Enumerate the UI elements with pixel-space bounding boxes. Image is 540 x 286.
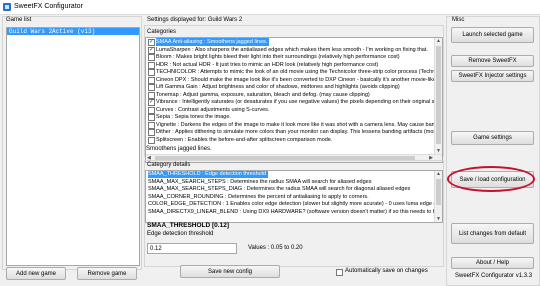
- launch-game-button[interactable]: Launch selected game: [451, 27, 534, 43]
- detail-item[interactable]: COLOR_EDGE_DETECTION : 1 Enables color e…: [146, 201, 442, 208]
- title-bar: SweetFX Configurator: [0, 0, 540, 15]
- detail-item[interactable]: SMAA_THRESHOLD : Edge detection threshol…: [146, 171, 442, 178]
- highlight-circle: [447, 166, 535, 192]
- details-vertical-scrollbar[interactable]: ▲ ▼: [434, 171, 442, 222]
- detail-item[interactable]: SMAA_CORNER_ROUNDING : Determines the pe…: [146, 194, 442, 201]
- detail-item-label: SMAA_CORNER_ROUNDING : Determines the pe…: [148, 193, 369, 200]
- add-game-button[interactable]: Add new game: [6, 267, 66, 280]
- game-name: Guild Wars 2: [9, 28, 53, 35]
- categories-listbox[interactable]: SMAA Anti-aliasing : Smoothens jagged li…: [145, 37, 443, 163]
- category-item-label: Splitscreen : Enables the before-and-aft…: [156, 136, 333, 143]
- detail-item-label: SMAA_THRESHOLD : Edge detection threshol…: [148, 171, 269, 178]
- game-list-label: Game list: [6, 17, 32, 23]
- parameter-name: SMAA_THRESHOLD [0.12]: [147, 222, 229, 229]
- categories-label: Categories: [147, 29, 177, 35]
- settings-displayed-for: Settings displayed for: Guild Wars 2: [147, 17, 243, 23]
- selected-category-description: Smoothens jagged lines.: [146, 146, 212, 152]
- version-label: SweetFX Configurator v1.3.3: [455, 273, 533, 279]
- details-listbox[interactable]: SMAA_THRESHOLD : Edge detection threshol…: [145, 170, 443, 223]
- scroll-up-icon[interactable]: ▲: [436, 171, 441, 177]
- injector-settings-button[interactable]: SweetFX Injector settings: [451, 70, 534, 82]
- detail-item-label: SMAA_MAX_SEARCH_STEPS : Determines the r…: [148, 178, 372, 185]
- detail-item[interactable]: SMAA_DIRECTX9_LINEAR_BLEND : Using DX9 H…: [146, 209, 442, 216]
- app-window: SweetFX Configurator Game list Guild War…: [0, 0, 540, 286]
- scroll-thumb[interactable]: [436, 46, 441, 144]
- remove-sweetfx-button[interactable]: Remove SweetFX: [451, 55, 534, 67]
- categories-vertical-scrollbar[interactable]: ▲ ▼: [434, 38, 442, 162]
- detail-item-label: SMAA_MAX_SEARCH_STEPS_DIAG : Determines …: [148, 186, 411, 192]
- detail-item[interactable]: SMAA_MAX_SEARCH_STEPS : Determines the r…: [146, 179, 442, 186]
- game-list-item[interactable]: Guild Wars 2 Active (v13): [7, 28, 139, 35]
- parameter-range: Values : 0.05 to 0.20: [248, 245, 303, 251]
- category-details-label: Category details: [147, 162, 191, 168]
- parameter-value-input[interactable]: 0.12: [147, 243, 237, 254]
- autosave-checkbox[interactable]: [336, 269, 343, 276]
- autosave-label: Automatically save on changes: [345, 268, 428, 274]
- category-item[interactable]: Splitscreen : Enables the before-and-aft…: [146, 136, 442, 144]
- detail-item-label: COLOR_EDGE_DETECTION : 1 Enables color e…: [148, 201, 443, 207]
- detail-item-label: SMAA_DIRECTX9_LINEAR_BLEND : Using DX9 H…: [148, 208, 443, 215]
- misc-label: Misc: [452, 17, 465, 23]
- game-listbox[interactable]: Guild Wars 2 Active (v13): [6, 27, 140, 266]
- game-status: Active (v13): [52, 28, 96, 35]
- parameter-description: Edge detection threshold: [147, 231, 214, 237]
- scroll-up-icon[interactable]: ▲: [436, 38, 441, 44]
- scroll-thumb[interactable]: [436, 179, 441, 205]
- about-help-button[interactable]: About / Help: [451, 257, 534, 269]
- window-title: SweetFX Configurator: [14, 3, 83, 10]
- detail-item[interactable]: SMAA_MAX_SEARCH_STEPS_DIAG : Determines …: [146, 186, 442, 193]
- scroll-down-icon[interactable]: ▼: [436, 216, 441, 222]
- save-new-config-button[interactable]: Save new config: [180, 265, 280, 278]
- category-checkbox[interactable]: [148, 136, 155, 144]
- game-settings-button[interactable]: Game settings: [451, 131, 534, 145]
- app-icon: [3, 3, 11, 11]
- remove-game-button[interactable]: Remove game: [77, 267, 137, 280]
- list-changes-button[interactable]: List changes from default: [451, 223, 534, 244]
